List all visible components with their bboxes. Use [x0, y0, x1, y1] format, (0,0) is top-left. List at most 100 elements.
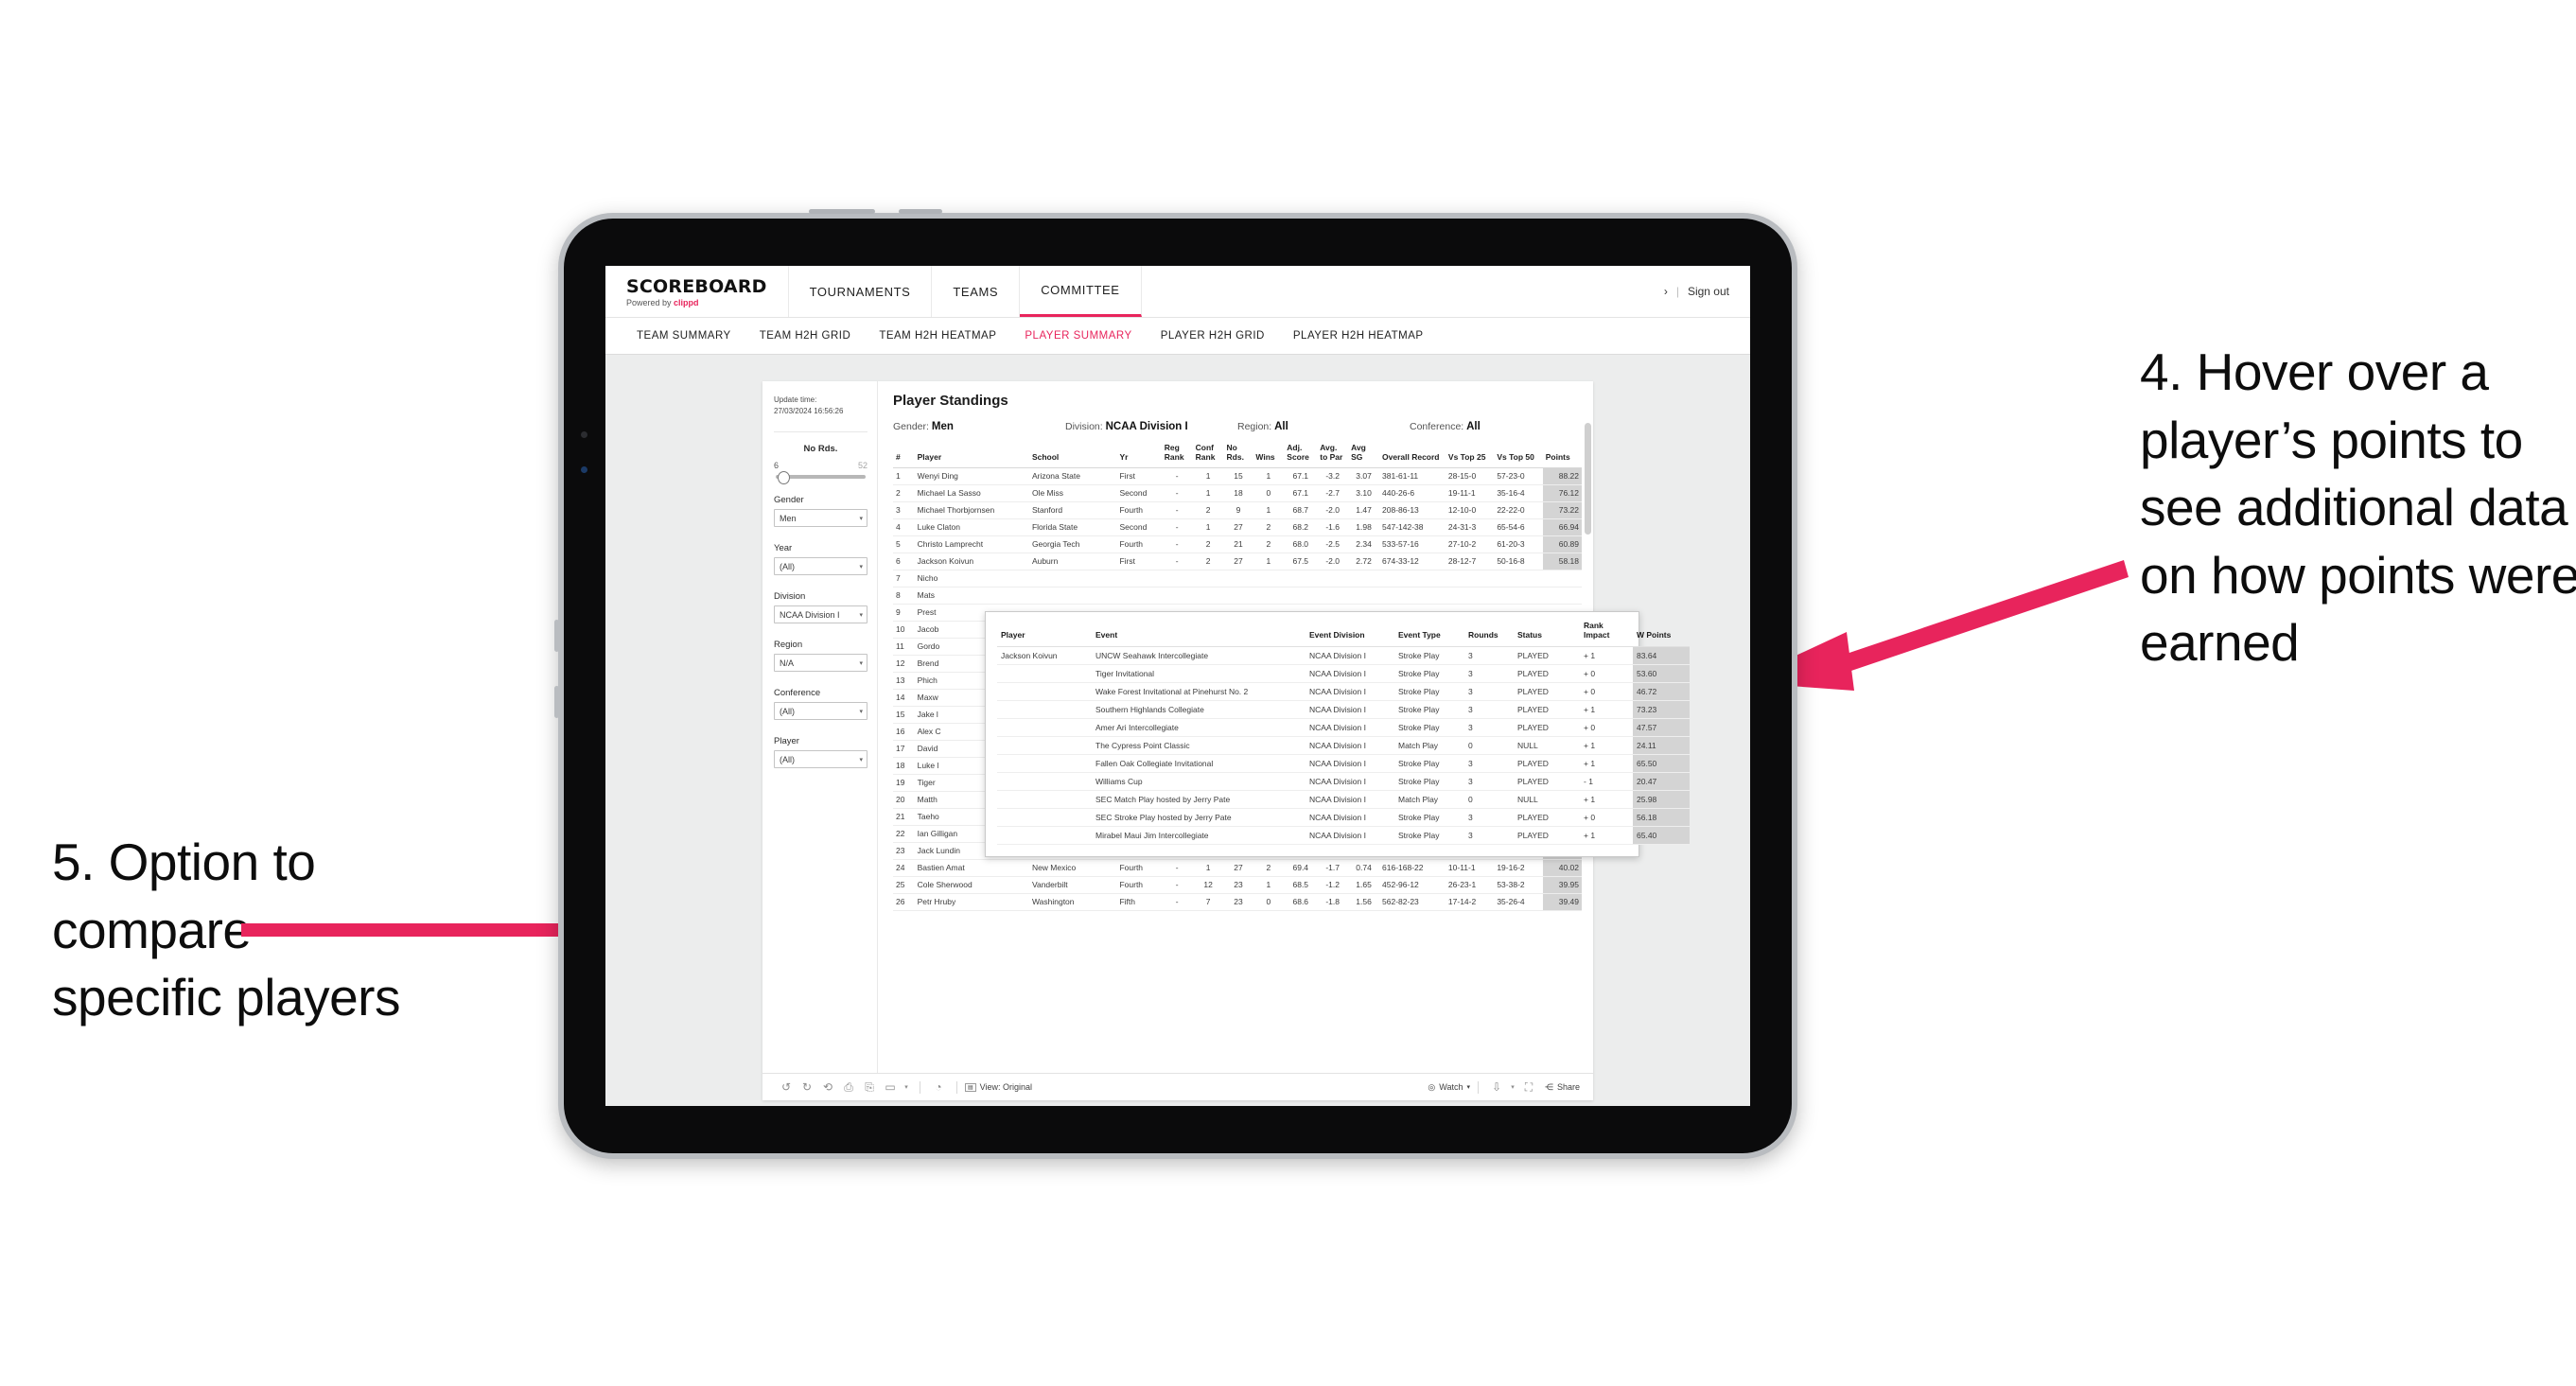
col-no-rds[interactable]: No Rds.	[1223, 443, 1253, 468]
col-wins[interactable]: Wins	[1253, 444, 1285, 468]
table-row[interactable]: 5 Christo Lamprecht Georgia Tech Fourth -2 21…	[893, 535, 1582, 553]
subnav-item-player-summary[interactable]: PLAYER SUMMARY	[1010, 330, 1146, 342]
filter-gender-select[interactable]: Men ▾	[774, 509, 867, 528]
cell-points[interactable]: 73.22	[1542, 501, 1582, 519]
table-cell: 68.0	[1284, 535, 1318, 553]
table-row[interactable]: 1 Wenyi Ding Arizona State First -1 15 1 67.1 -3…	[893, 467, 1582, 485]
filter-year-select[interactable]: (All) ▾	[774, 557, 867, 576]
table-cell: -	[1161, 501, 1193, 519]
share-button[interactable]: ⋲ Share	[1545, 1082, 1580, 1093]
tooltip-cell: 0	[1464, 736, 1514, 755]
filter-region-value: N/A	[780, 658, 795, 668]
filter-player-select[interactable]: (All) ▾	[774, 750, 867, 769]
zoom-icon[interactable]: ▭	[880, 1080, 901, 1094]
table-cell: 69.4	[1284, 859, 1318, 877]
cell-points[interactable]	[1542, 570, 1582, 588]
col-overall-record[interactable]: Overall Record	[1379, 444, 1446, 468]
sign-out-link[interactable]: Sign out	[1688, 285, 1729, 298]
subnav-item-team-h2h-grid[interactable]: TEAM H2H GRID	[745, 330, 866, 342]
cell-points[interactable]: 66.94	[1542, 518, 1582, 536]
filter-conference-select[interactable]: (All) ▾	[774, 702, 867, 721]
col-conf-rank[interactable]: Conf Rank	[1192, 443, 1224, 468]
tooltip-cell: 3	[1464, 682, 1514, 701]
filter-region-select[interactable]: N/A ▾	[774, 654, 867, 673]
caret-icon[interactable]: ▾	[901, 1083, 912, 1091]
subnav-item-player-h2h-grid[interactable]: PLAYER H2H GRID	[1147, 330, 1279, 342]
tooltip-row: Fallen Oak Collegiate Invitational NCAA D…	[997, 754, 1690, 773]
cell-points[interactable]: 60.89	[1542, 535, 1582, 553]
tablet-bezel: SCOREBOARD Powered by clippd TOURNAMENTS…	[564, 219, 1792, 1153]
col-adj-score[interactable]: Adj. Score	[1284, 443, 1318, 468]
subnav-item-team-h2h-heatmap[interactable]: TEAM H2H HEATMAP	[865, 330, 1010, 342]
cell-points[interactable]: 39.49	[1542, 893, 1582, 911]
topnav-item-teams[interactable]: TEAMS	[932, 266, 1021, 317]
download-icon[interactable]: ⇩	[1486, 1080, 1507, 1094]
table-cell: -1.6	[1317, 518, 1349, 536]
slider-handle[interactable]	[778, 471, 790, 485]
cell-points[interactable]	[1542, 587, 1582, 605]
table-cell: 9	[893, 604, 915, 622]
table-row[interactable]: 24 Bastien Amat New Mexico Fourth -1 27 2 69.4-…	[893, 859, 1582, 877]
table-row[interactable]: 4 Luke Claton Florida State Second -1 27 2 68.2…	[893, 518, 1582, 536]
topnav-item-tournaments[interactable]: TOURNAMENTS	[789, 266, 933, 317]
view-original-button[interactable]: ▤ View: Original	[965, 1082, 1032, 1092]
cell-points[interactable]: 39.95	[1542, 876, 1582, 894]
table-row[interactable]: 7 Nicho	[893, 570, 1582, 588]
table-cell: 22	[893, 825, 915, 843]
table-row[interactable]: 25 Cole Sherwood Vanderbilt Fourth -12 23 1 68.…	[893, 876, 1582, 894]
cell-points[interactable]: 88.22	[1542, 467, 1582, 485]
col-yr[interactable]: Yr	[1116, 444, 1162, 468]
col-avg-to-par[interactable]: Avg. to Par	[1317, 443, 1349, 468]
chevron-right-icon[interactable]: ›	[1664, 285, 1668, 298]
table-cell: 67.1	[1284, 467, 1318, 485]
col-player[interactable]: Player	[914, 444, 1029, 468]
table-cell: -2.7	[1317, 484, 1349, 502]
table-vertical-scrollbar[interactable]	[1585, 423, 1591, 535]
table-row[interactable]: 2 Michael La Sasso Ole Miss Second -1 18 0 67.1…	[893, 484, 1582, 502]
col-points[interactable]: Points	[1542, 444, 1582, 468]
table-row[interactable]: 6 Jackson Koivun Auburn First -2 27 1 67.5 -2.0 2…	[893, 553, 1582, 570]
table-row[interactable]: 3 Michael Thorbjornsen Stanford Fourth -2 9 1 6…	[893, 501, 1582, 519]
cell-points[interactable]: 40.02	[1542, 859, 1582, 877]
watch-button[interactable]: ◎ Watch ▾	[1428, 1082, 1470, 1093]
slider-range-labels: 6 52	[774, 461, 867, 470]
col-school[interactable]: School	[1028, 444, 1117, 468]
table-cell: 1	[1253, 553, 1285, 570]
no-rounds-slider[interactable]	[776, 471, 866, 485]
tooltip-cell: NCAA Division I	[1306, 718, 1394, 737]
table-cell: -	[1161, 535, 1193, 553]
col-vs-top-50[interactable]: Vs Top 50	[1494, 444, 1543, 468]
subnav-item-team-summary[interactable]: TEAM SUMMARY	[622, 330, 745, 342]
subnav-bar: TEAM SUMMARY TEAM H2H GRID TEAM H2H HEAT…	[605, 318, 1750, 355]
table-cell: 10	[893, 621, 915, 639]
tooltip-row: Jackson Koivun UNCW Seahawk Intercollegia…	[997, 646, 1690, 665]
clock-icon[interactable]: ◔	[928, 1080, 949, 1094]
col-avg-sg[interactable]: Avg SG	[1348, 443, 1380, 468]
pause-icon[interactable]: ⎙	[838, 1080, 859, 1095]
topnav-item-committee[interactable]: COMMITTEE	[1020, 266, 1142, 317]
fullscreen-icon[interactable]: ⛶	[1518, 1080, 1539, 1095]
table-cell: 28-15-0	[1445, 467, 1495, 485]
chevron-down-icon: ▾	[859, 756, 863, 763]
undo-icon[interactable]: ↺	[776, 1080, 797, 1094]
table-cell: 50-16-8	[1494, 553, 1543, 570]
table-row[interactable]: 8 Mats	[893, 587, 1582, 605]
col-reg-rank[interactable]: Reg Rank	[1161, 443, 1193, 468]
table-cell: 21	[1223, 535, 1253, 553]
chevron-down-icon[interactable]: ▾	[1507, 1083, 1518, 1091]
filter-division-select[interactable]: NCAA Division I ▾	[774, 605, 867, 624]
app-logo[interactable]: SCOREBOARD Powered by clippd	[605, 266, 789, 317]
tooltip-cell: 3	[1464, 664, 1514, 683]
cell-points[interactable]: 76.12	[1542, 484, 1582, 502]
redo-icon[interactable]: ↻	[797, 1080, 817, 1094]
revert-icon[interactable]: ⟲	[817, 1080, 838, 1094]
refresh-icon[interactable]: ⎘	[859, 1080, 880, 1095]
tooltip-cell-player: Jackson Koivun	[997, 646, 1092, 665]
col-rank[interactable]: #	[893, 444, 915, 468]
subnav-item-player-h2h-heatmap[interactable]: PLAYER H2H HEATMAP	[1279, 330, 1438, 342]
col-vs-top-25[interactable]: Vs Top 25	[1445, 444, 1495, 468]
table-row[interactable]: 26 Petr Hruby Washington Fifth -7 23 0 68.6 -1.8…	[893, 893, 1582, 911]
table-cell: Auburn	[1028, 553, 1117, 570]
cell-points[interactable]: 58.18	[1542, 553, 1582, 570]
update-time-value: 27/03/2024 16:56:26	[774, 406, 844, 415]
